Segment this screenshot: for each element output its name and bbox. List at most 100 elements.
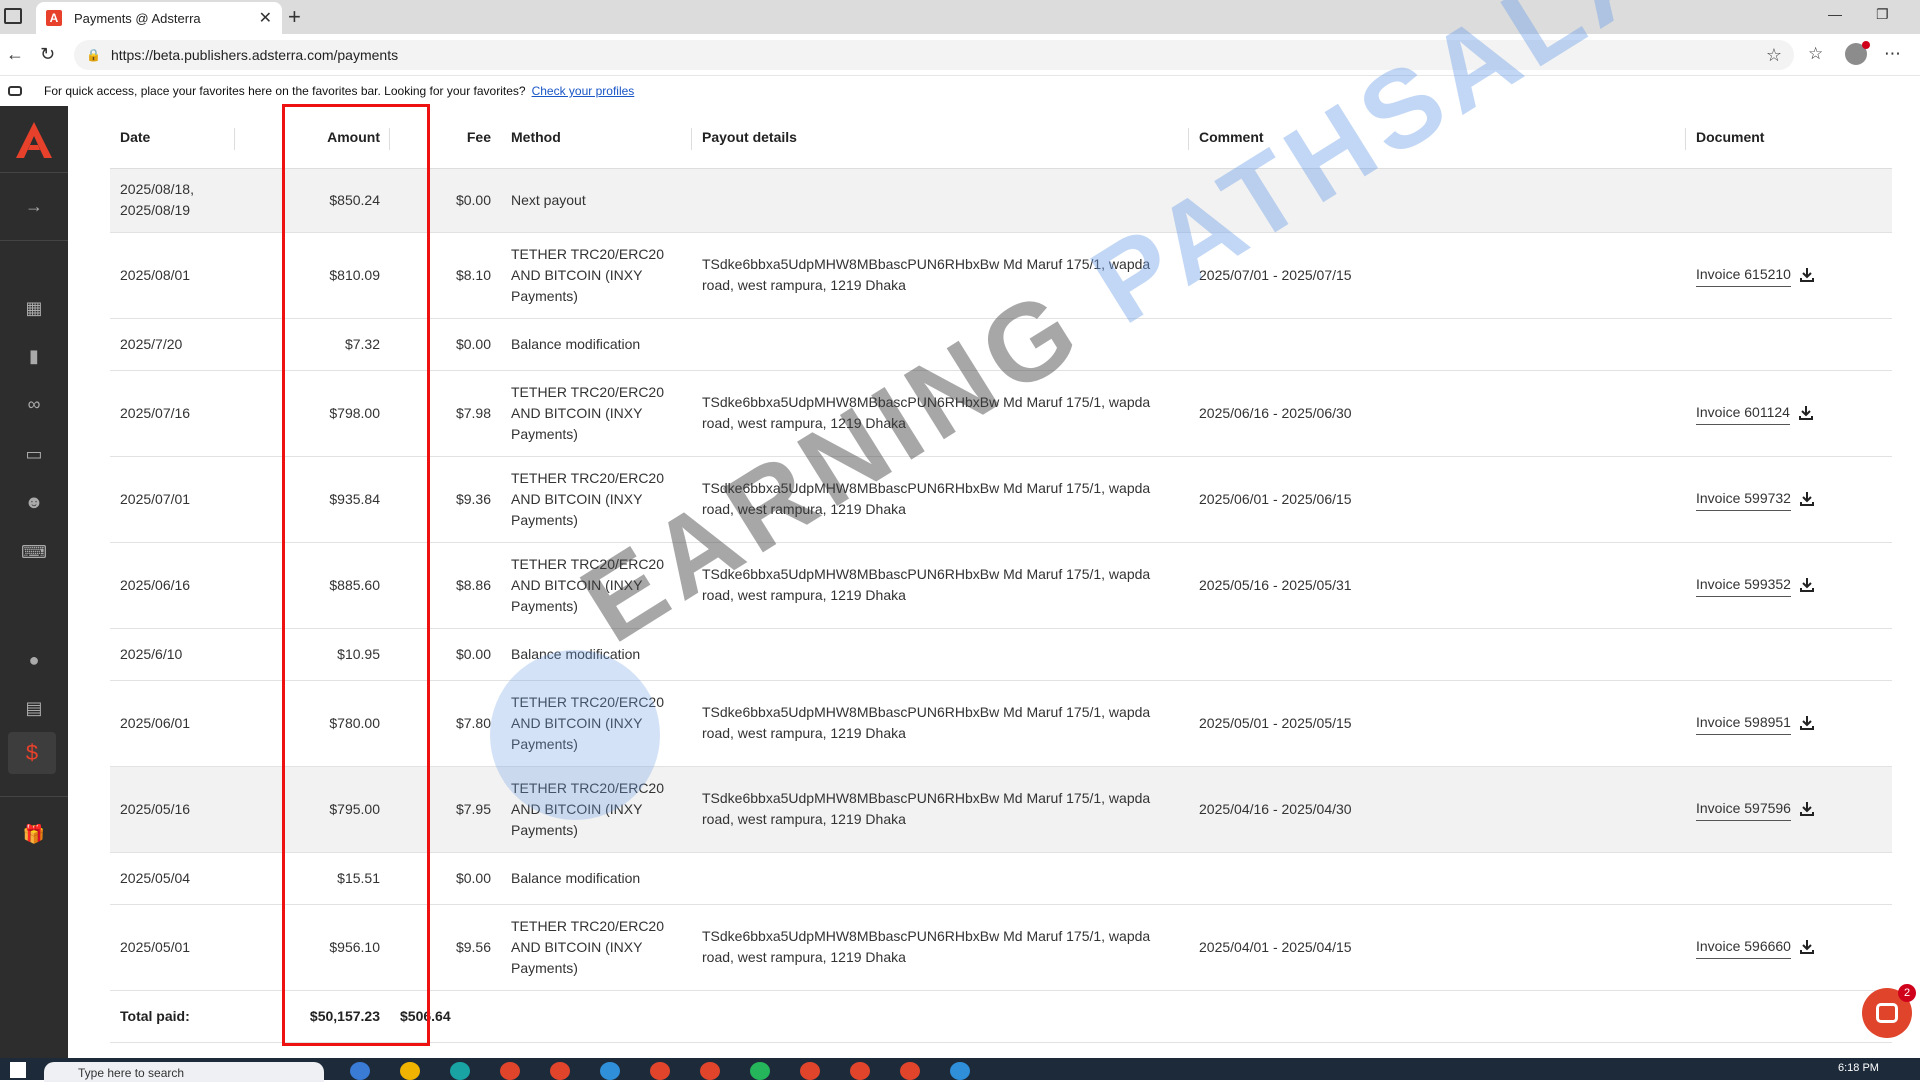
app-icon[interactable] (950, 1062, 970, 1080)
invoice-label: Invoice 599732 (1696, 488, 1791, 511)
favorite-star-icon[interactable]: ☆ (1766, 45, 1782, 66)
more-menu-icon[interactable]: ⋯ (1884, 44, 1901, 64)
app-icon[interactable] (800, 1062, 820, 1080)
app-icon[interactable] (450, 1062, 470, 1080)
app-icon[interactable] (500, 1062, 520, 1080)
cell-document: Invoice 615210 (1686, 232, 1892, 319)
api-icon[interactable]: ⌨ (21, 540, 47, 564)
expand-arrow-icon[interactable]: → (22, 194, 46, 218)
invoice-label: Invoice 601124 (1696, 402, 1790, 425)
header-fee[interactable]: Fee (390, 106, 501, 169)
cell-comment: 2025/06/01 - 2025/06/15 (1189, 456, 1686, 543)
payment-methods-icon[interactable]: ▤ (22, 696, 46, 720)
invoice-link[interactable]: Invoice 599732 (1696, 488, 1815, 511)
gift-icon[interactable]: 🎁 (22, 822, 46, 846)
cell-date: 2025/6/10 (110, 628, 235, 681)
cell-document: Invoice 599732 (1686, 456, 1892, 543)
statistics-icon[interactable]: ▮ (22, 344, 46, 368)
cell-payout-details (692, 628, 1189, 681)
cell-method: Balance modification (501, 318, 692, 371)
header-payout-details[interactable]: Payout details (692, 106, 1189, 169)
cell-method: TETHER TRC20/ERC20 AND BITCOIN (INXY Pay… (501, 542, 692, 629)
table-row: 2025/05/04 $15.51 $0.00 Balance modificatio… (110, 852, 1892, 905)
app-icon[interactable] (600, 1062, 620, 1080)
invoice-link[interactable]: Invoice 598951 (1696, 712, 1815, 735)
header-date[interactable]: Date (110, 106, 235, 169)
app-icon[interactable] (550, 1062, 570, 1080)
payments-dollar-icon[interactable]: $ (8, 732, 56, 774)
header-document[interactable]: Document (1686, 106, 1892, 169)
invoice-link[interactable]: Invoice 601124 (1696, 402, 1814, 425)
invoice-link[interactable]: Invoice 597596 (1696, 798, 1815, 821)
invoice-link[interactable]: Invoice 596660 (1696, 936, 1815, 959)
cell-document: Invoice 599352 (1686, 542, 1892, 629)
cell-payout-details (692, 318, 1189, 371)
taskbar-search[interactable]: Type here to search (44, 1062, 324, 1082)
new-tab-icon[interactable]: + (288, 4, 301, 30)
profile-icon[interactable]: ● (22, 648, 46, 672)
dashboard-icon[interactable]: ▦ (22, 296, 46, 320)
monitor-icon[interactable]: ▭ (22, 442, 46, 466)
app-icon[interactable] (700, 1062, 720, 1080)
chat-notification-badge: 2 (1898, 984, 1916, 1002)
referrals-icon[interactable]: ☻ (22, 490, 46, 514)
chat-button[interactable]: 2 (1862, 984, 1916, 1038)
download-icon[interactable] (1799, 577, 1815, 593)
cell-document: Invoice 597596 (1686, 766, 1892, 853)
cell-fee: $8.10 (390, 232, 501, 319)
restore-icon[interactable]: ❐ (1876, 6, 1889, 23)
cell-fee: $9.56 (390, 904, 501, 991)
back-icon[interactable]: ← (6, 44, 24, 65)
windows-start-icon[interactable] (10, 1062, 26, 1078)
favorites-icon[interactable]: ☆ (1808, 44, 1823, 64)
download-icon[interactable] (1799, 939, 1815, 955)
invoice-link[interactable]: Invoice 615210 (1696, 264, 1815, 287)
cell-date: 2025/05/16 (110, 766, 235, 853)
app-icon[interactable] (650, 1062, 670, 1080)
cell-comment (1189, 628, 1686, 681)
table-row: 2025/08/18, 2025/08/19 $850.24 $0.00 Next p… (110, 168, 1892, 233)
adsterra-logo-icon[interactable] (14, 120, 54, 160)
invoice-link[interactable]: Invoice 599352 (1696, 574, 1815, 597)
cell-fee: $7.80 (390, 680, 501, 767)
cell-document (1686, 168, 1892, 233)
download-icon[interactable] (1799, 491, 1815, 507)
check-profiles-link[interactable]: Check your profiles (532, 84, 635, 98)
app-icon[interactable] (400, 1062, 420, 1080)
header-method[interactable]: Method (501, 106, 692, 169)
link-icon[interactable]: ∞ (22, 392, 46, 416)
cell-amount: $7.32 (235, 318, 390, 371)
cell-comment: 2025/07/01 - 2025/07/15 (1189, 232, 1686, 319)
app-icon[interactable] (850, 1062, 870, 1080)
tab-title: Payments @ Adsterra (74, 10, 201, 26)
table-row: 2025/06/16 $885.60 $8.86 TETHER TRC20/ERC20… (110, 542, 1892, 629)
app-icon[interactable] (900, 1062, 920, 1080)
sidebar-toggle-icon[interactable] (4, 8, 22, 24)
sidebar-divider (0, 240, 68, 241)
close-tab-icon[interactable]: ✕ (259, 8, 272, 28)
browser-tab[interactable]: A Payments @ Adsterra ✕ (36, 2, 282, 34)
url-field[interactable]: 🔒 https://beta.publishers.adsterra.com/p… (74, 40, 1794, 70)
empty-cell (1189, 990, 1686, 1043)
app-icon[interactable] (350, 1062, 370, 1080)
cell-date: 2025/07/01 (110, 456, 235, 543)
total-row: Total paid: $50,157.23 $506.64 (110, 990, 1892, 1043)
cell-comment (1189, 318, 1686, 371)
download-icon[interactable] (1799, 267, 1815, 283)
cell-date: 2025/08/01 (110, 232, 235, 319)
download-icon[interactable] (1799, 715, 1815, 731)
cell-fee: $0.00 (390, 168, 501, 233)
header-amount[interactable]: Amount (235, 106, 390, 169)
header-comment[interactable]: Comment (1189, 106, 1686, 169)
download-icon[interactable] (1798, 405, 1814, 421)
sidebar-divider (0, 172, 68, 173)
profile-avatar[interactable] (1845, 41, 1870, 65)
cell-comment: 2025/05/16 - 2025/05/31 (1189, 542, 1686, 629)
minimize-icon[interactable]: — (1828, 6, 1842, 22)
lock-icon: 🔒 (86, 48, 101, 62)
app-icon[interactable] (750, 1062, 770, 1080)
download-icon[interactable] (1799, 801, 1815, 817)
cell-date: 2025/06/01 (110, 680, 235, 767)
refresh-icon[interactable]: ↻ (40, 44, 55, 65)
table-row: 2025/7/20 $7.32 $0.00 Balance modification (110, 318, 1892, 371)
